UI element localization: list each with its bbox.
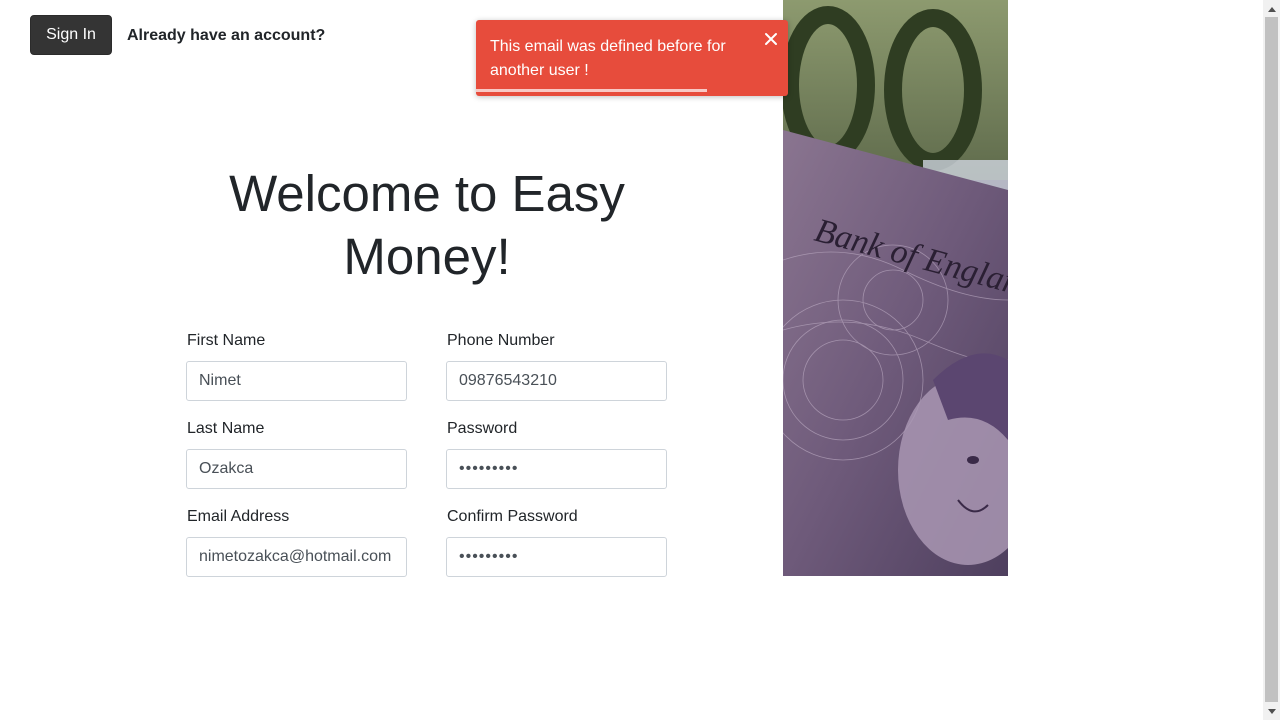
confirm-password-label: Confirm Password (447, 508, 578, 525)
password-input[interactable] (446, 449, 667, 489)
sign-in-button[interactable]: Sign In (30, 15, 112, 55)
first-name-input[interactable] (186, 361, 407, 401)
toast-progress-bar (476, 89, 707, 92)
banknote-image: Bank of England (783, 0, 1008, 576)
phone-input[interactable] (446, 361, 667, 401)
email-input[interactable] (186, 537, 407, 577)
page: Sign In Already have an account? Welcome… (0, 0, 1263, 720)
error-toast: This email was defined before for anothe… (476, 20, 788, 96)
already-have-account-text: Already have an account? (127, 27, 326, 44)
toast-progress-track (476, 89, 788, 92)
toast-message: This email was defined before for anothe… (490, 38, 726, 79)
confirm-password-input[interactable] (446, 537, 667, 577)
last-name-label: Last Name (187, 420, 265, 437)
scrollbar-thumb[interactable] (1265, 17, 1278, 702)
phone-label: Phone Number (447, 332, 555, 349)
last-name-input[interactable] (186, 449, 407, 489)
scroll-down-arrow-icon[interactable] (1263, 703, 1280, 720)
vertical-scrollbar[interactable] (1263, 0, 1280, 720)
scroll-up-arrow-icon[interactable] (1263, 0, 1280, 17)
page-title: Welcome to Easy Money! (229, 165, 625, 285)
first-name-label: First Name (187, 332, 266, 349)
password-label: Password (447, 420, 518, 437)
email-label: Email Address (187, 508, 290, 525)
close-icon[interactable] (764, 32, 778, 46)
